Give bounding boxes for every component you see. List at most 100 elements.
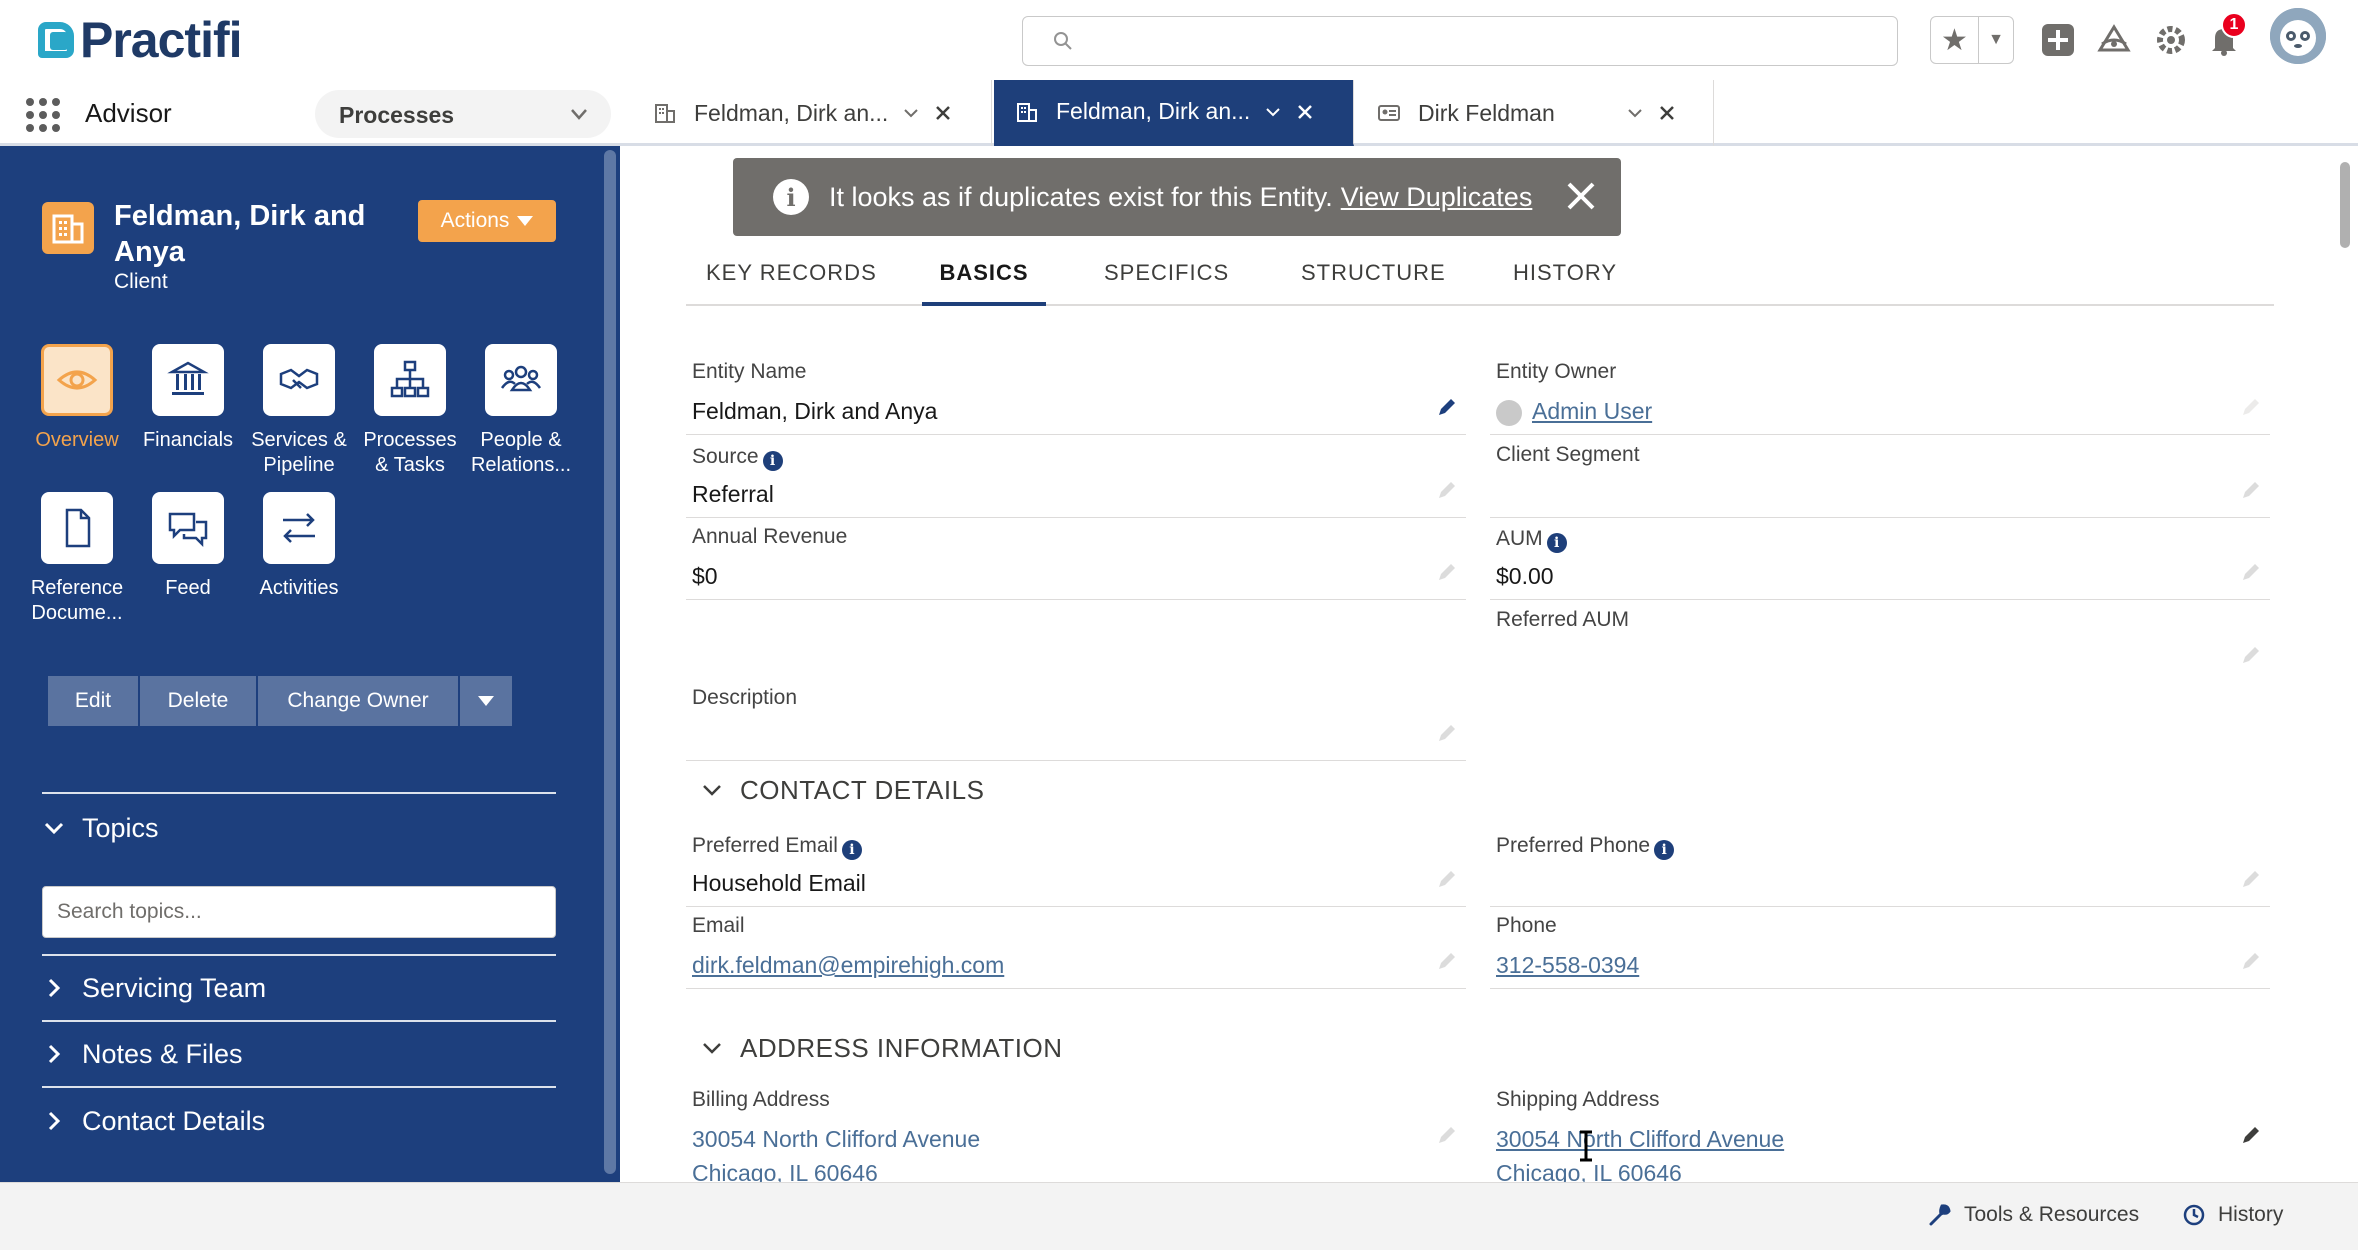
address-section-header[interactable]: ADDRESS INFORMATION <box>700 1028 1062 1068</box>
shipping-address-line1[interactable]: 30054 North Clifford Avenue <box>1496 1126 1784 1153</box>
record-subtabs: KEY RECORDS BASICS SPECIFICS STRUCTURE H… <box>686 250 2274 306</box>
edit-button[interactable]: Edit <box>48 676 140 726</box>
main-scrollbar[interactable] <box>2340 162 2350 248</box>
section-label: Notes & Files <box>82 1038 243 1069</box>
edit-pencil-icon[interactable] <box>2240 950 2262 972</box>
edit-pencil-icon[interactable] <box>2240 868 2262 890</box>
entity-owner-field: Entity Owner Admin User <box>1490 360 2270 440</box>
sidebar-scrollbar[interactable] <box>604 150 616 1174</box>
tab-history[interactable]: HISTORY <box>1513 250 1617 306</box>
chevron-down-icon[interactable] <box>1264 103 1282 121</box>
info-icon[interactable]: i <box>1546 533 1567 553</box>
info-icon[interactable]: i <box>1654 840 1675 860</box>
edit-pencil-icon[interactable] <box>2240 561 2262 583</box>
edit-pencil-icon[interactable] <box>1436 950 1458 972</box>
description-field: Description <box>686 686 1466 766</box>
field-label: Source i <box>692 443 783 471</box>
view-duplicates-link[interactable]: View Duplicates <box>1341 182 1533 213</box>
close-tab-icon[interactable] <box>1658 104 1676 122</box>
global-actions-add-icon[interactable] <box>2038 20 2078 60</box>
edit-pencil-icon[interactable] <box>1436 868 1458 890</box>
global-search-input[interactable] <box>1022 16 1898 66</box>
field-underline <box>686 517 1466 518</box>
workspace-tab-1[interactable]: Feldman, Dirk an... <box>632 80 992 146</box>
close-icon[interactable] <box>1563 178 1599 214</box>
tile-activities[interactable]: Activities <box>244 492 354 601</box>
tile-label: Overview <box>35 429 119 451</box>
divider <box>42 792 556 794</box>
chevron-down-icon[interactable] <box>1626 104 1644 122</box>
edit-pencil-icon[interactable] <box>1436 561 1458 583</box>
entity-icon <box>1017 102 1037 122</box>
workspace-tab-3[interactable]: Dirk Feldman <box>1356 80 1714 146</box>
tile-label: Feed <box>165 577 211 599</box>
history-label: History <box>2218 1203 2284 1226</box>
change-owner-button[interactable]: Change Owner <box>258 676 460 726</box>
trailhead-help-icon[interactable] <box>2094 20 2134 60</box>
field-label: Annual Revenue <box>692 525 848 548</box>
entity-owner-link[interactable]: Admin User <box>1496 398 1652 426</box>
user-avatar[interactable] <box>2270 8 2326 64</box>
chevron-down-icon[interactable] <box>902 104 920 122</box>
contact-details-section-toggle[interactable]: Contact Details <box>42 1091 556 1151</box>
notes-files-section-toggle[interactable]: Notes & Files <box>42 1024 556 1084</box>
tile-people-relations[interactable]: People & Relations... <box>466 344 576 478</box>
edit-pencil-icon[interactable] <box>2240 396 2262 418</box>
section-label: Topics <box>82 812 159 843</box>
field-label: Phone <box>1496 914 1557 937</box>
tile-overview[interactable]: Overview <box>22 344 132 453</box>
client-segment-field: Client Segment <box>1490 443 2270 523</box>
favorites-star-button[interactable]: ★ <box>1931 17 1979 63</box>
field-label: Billing Address <box>692 1088 830 1111</box>
more-actions-button[interactable] <box>460 676 512 726</box>
close-tab-icon[interactable] <box>1296 103 1314 121</box>
info-icon[interactable]: i <box>762 451 783 471</box>
tab-basics[interactable]: BASICS <box>922 250 1046 306</box>
tools-resources-button[interactable]: Tools & Resources <box>1928 1203 2139 1227</box>
bank-icon <box>152 344 224 416</box>
delete-button[interactable]: Delete <box>140 676 258 726</box>
phone-link[interactable]: 312-558-0394 <box>1496 952 1639 979</box>
edit-pencil-icon[interactable] <box>1436 479 1458 501</box>
edit-pencil-icon[interactable] <box>2240 1124 2262 1146</box>
phone-field: Phone 312-558-0394 <box>1490 914 2270 994</box>
nav-items-dropdown[interactable]: Processes <box>315 90 611 138</box>
topics-section-toggle[interactable]: Topics <box>42 798 556 858</box>
history-button[interactable]: History <box>2182 1203 2283 1227</box>
tile-services-pipeline[interactable]: Services & Pipeline <box>244 344 354 478</box>
billing-address-line2[interactable]: Chicago, IL 60646 <box>692 1160 878 1182</box>
tile-reference-documents[interactable]: Reference Docume... <box>22 492 132 626</box>
topics-search-input[interactable] <box>42 886 556 938</box>
close-tab-icon[interactable] <box>934 104 952 122</box>
tab-key-records[interactable]: KEY RECORDS <box>706 250 877 306</box>
setup-gear-icon[interactable] <box>2151 20 2191 60</box>
servicing-team-section-toggle[interactable]: Servicing Team <box>42 958 556 1018</box>
info-icon[interactable]: i <box>841 840 862 860</box>
edit-pencil-icon[interactable] <box>2240 479 2262 501</box>
favorites-dropdown-button[interactable]: ▼ <box>1979 17 2013 63</box>
edit-pencil-icon[interactable] <box>1436 722 1458 744</box>
tile-financials[interactable]: Financials <box>133 344 243 453</box>
annual-revenue-field: Annual Revenue $0 <box>686 525 1466 605</box>
section-title: CONTACT DETAILS <box>740 774 985 805</box>
edit-pencil-icon[interactable] <box>1436 1124 1458 1146</box>
workspace-tab-2[interactable]: Feldman, Dirk an... <box>994 80 1354 146</box>
app-launcher-icon[interactable] <box>26 98 60 132</box>
field-label: Email <box>692 914 745 937</box>
tab-specifics[interactable]: SPECIFICS <box>1104 250 1229 306</box>
tile-processes-tasks[interactable]: Processes & Tasks <box>355 344 465 478</box>
chevron-down-icon <box>44 822 64 835</box>
edit-pencil-icon[interactable] <box>1436 396 1458 418</box>
tab-structure[interactable]: STRUCTURE <box>1301 250 1446 306</box>
chevron-down-icon <box>703 785 721 796</box>
contact-details-section-header[interactable]: CONTACT DETAILS <box>700 770 984 810</box>
billing-address-line1[interactable]: 30054 North Clifford Avenue <box>692 1126 980 1153</box>
edit-pencil-icon[interactable] <box>2240 644 2262 666</box>
tile-feed[interactable]: Feed <box>133 492 243 601</box>
practifi-logo[interactable]: Practifi <box>38 12 243 68</box>
chevron-right-icon <box>48 1111 61 1131</box>
email-link[interactable]: dirk.feldman@empirehigh.com <box>692 952 1004 979</box>
source-field: Source i Referral <box>686 443 1466 523</box>
shipping-address-line2[interactable]: Chicago, IL 60646 <box>1496 1160 1682 1182</box>
actions-button[interactable]: Actions <box>418 200 556 242</box>
